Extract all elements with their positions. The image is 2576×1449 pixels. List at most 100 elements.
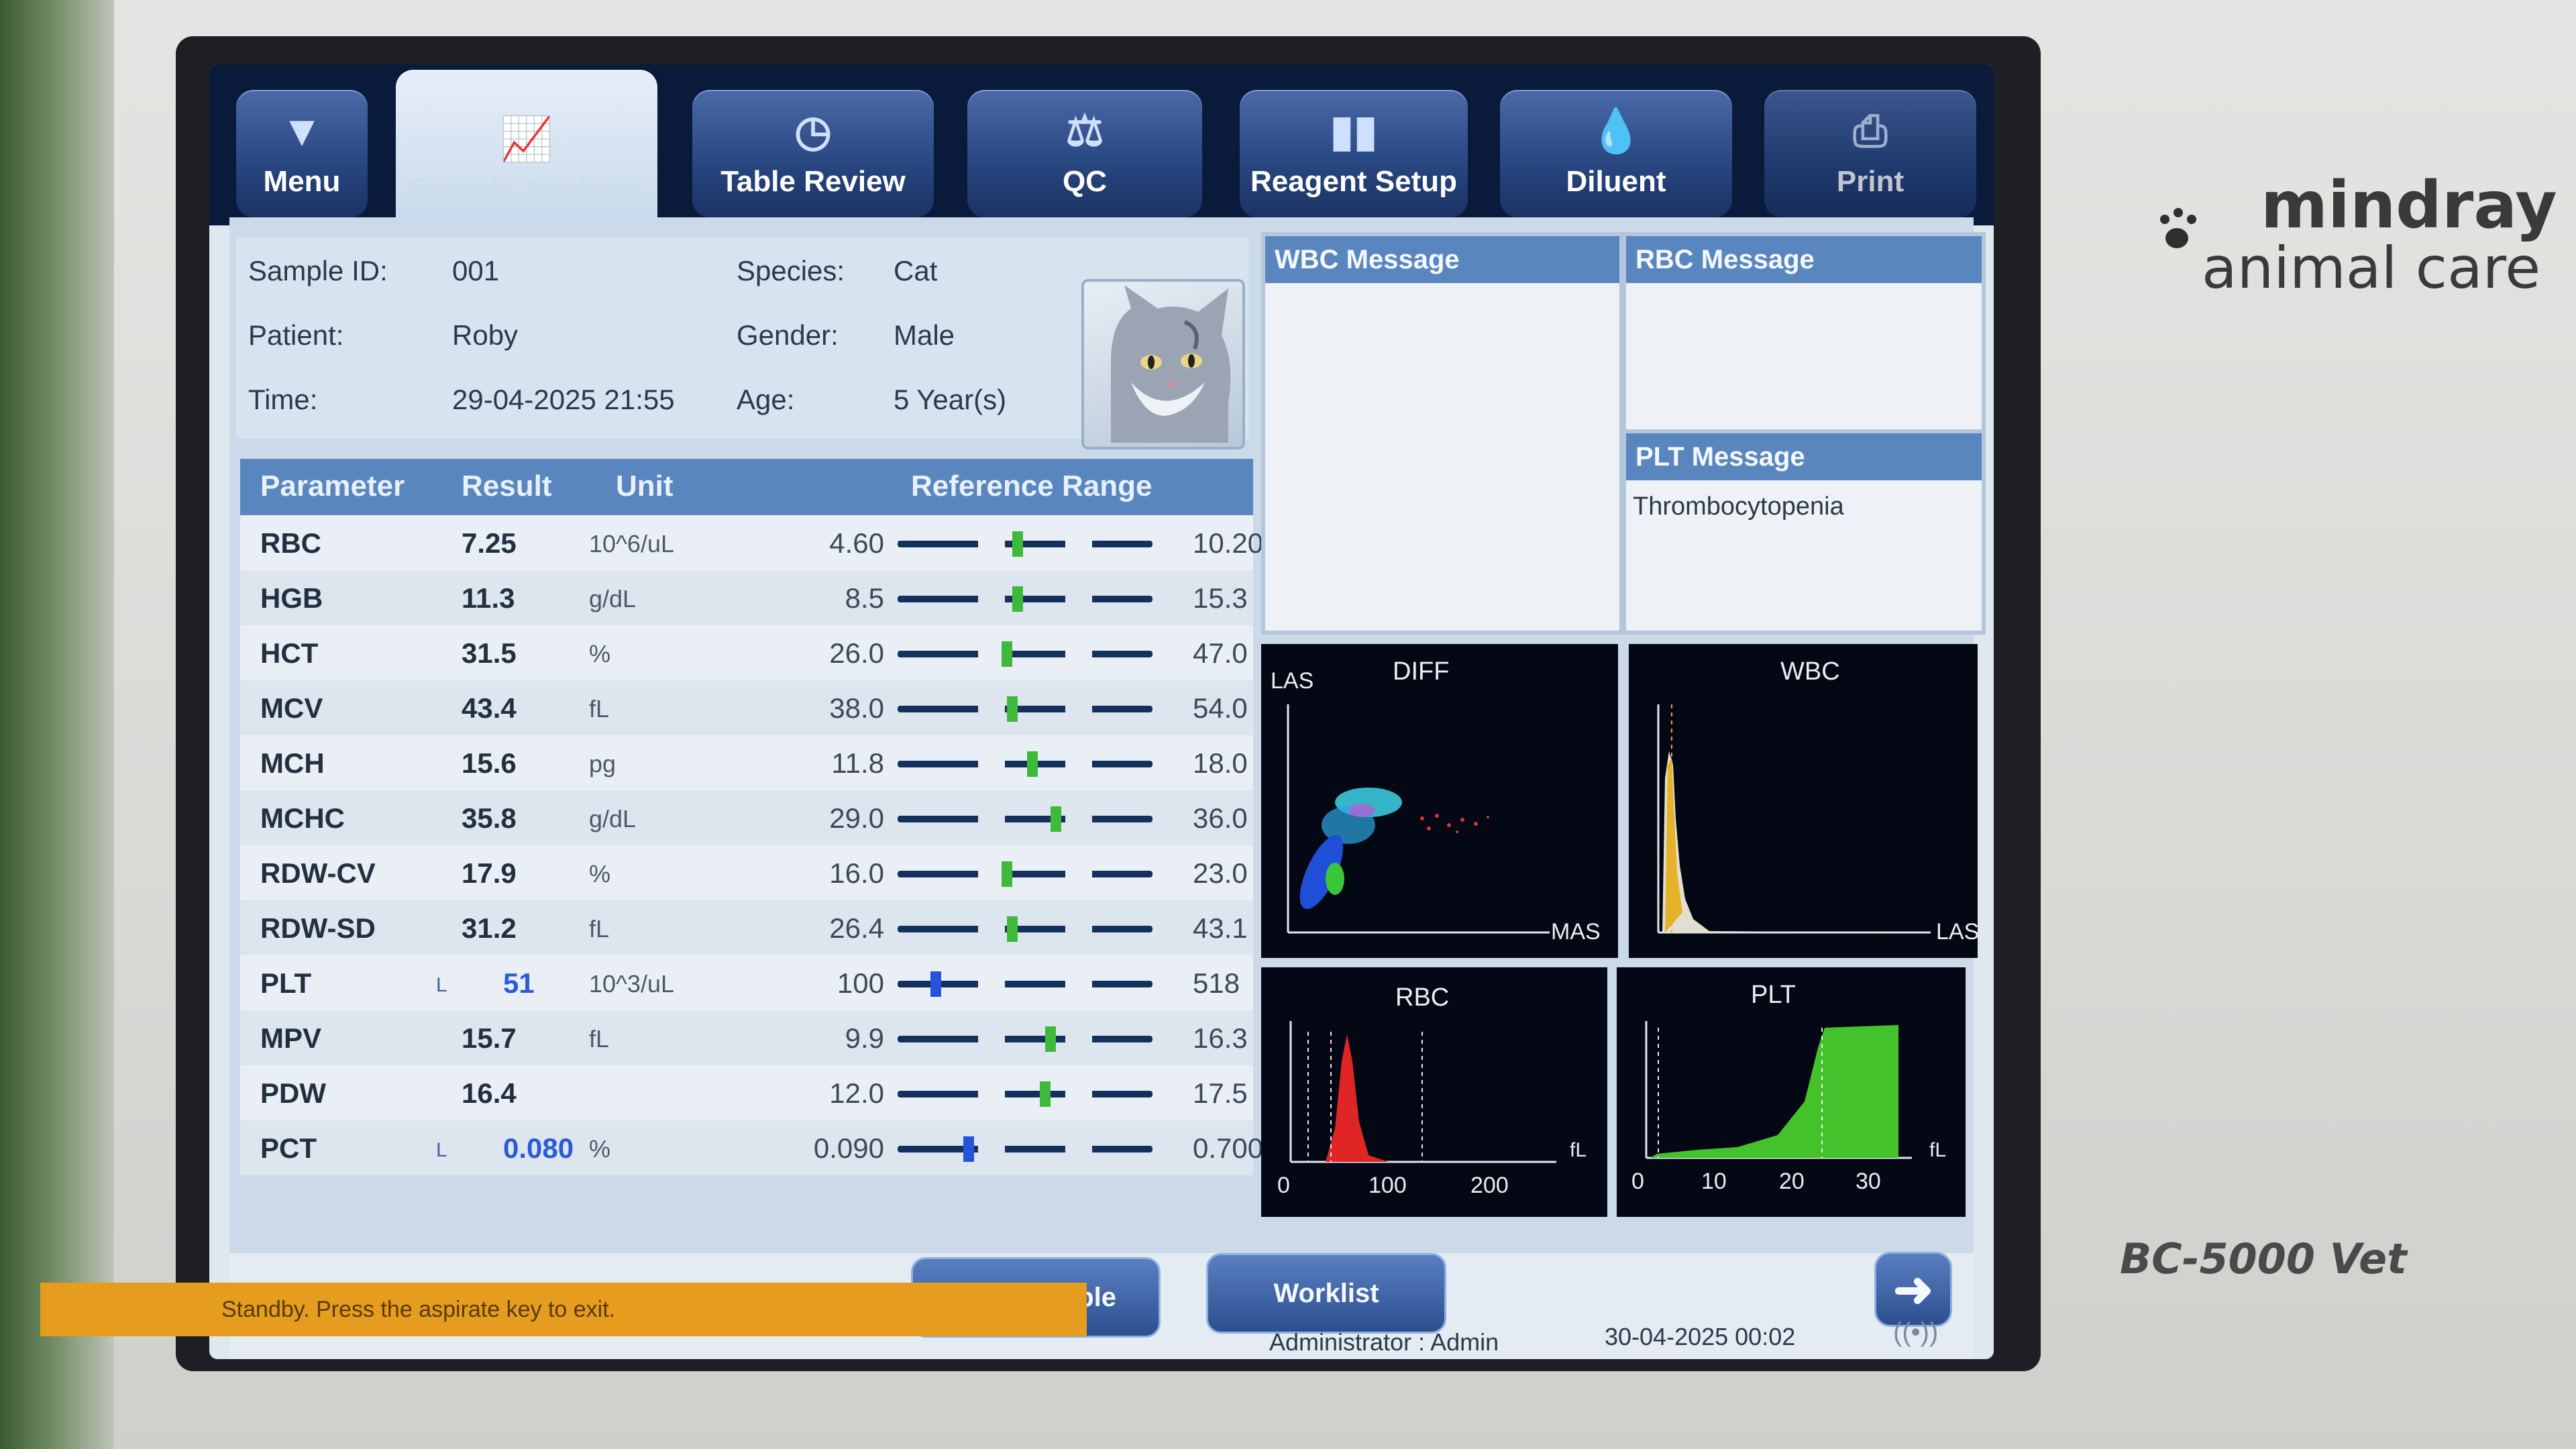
range-high: 43.1 xyxy=(1193,912,1248,944)
patient-label: Patient: xyxy=(248,319,344,351)
result-marker xyxy=(1002,861,1012,887)
species-label: Species: xyxy=(737,255,845,286)
range-bar-gap xyxy=(978,926,1005,932)
tab-sample-analysis[interactable]: 📈 Sample Analysis xyxy=(396,70,657,225)
range-high: 23.0 xyxy=(1193,857,1248,889)
triangle-down-icon: ▼ xyxy=(280,107,323,155)
tab-menu[interactable]: ▼ Menu xyxy=(236,90,368,217)
header-reference-range: Reference Range xyxy=(911,470,1152,502)
gender-label: Gender: xyxy=(737,319,839,351)
datetime-label: 30-04-2025 00:02 xyxy=(1605,1323,1796,1350)
unit-label: fL xyxy=(589,1025,610,1053)
result-value: 15.7 xyxy=(462,1022,517,1054)
range-low: 4.60 xyxy=(829,527,884,559)
range-bar-gap xyxy=(978,706,1005,712)
age-label: Age: xyxy=(737,384,795,415)
range-low: 16.0 xyxy=(829,857,884,889)
time-label: Time: xyxy=(248,384,318,415)
tab-diluent[interactable]: 💧 Diluent xyxy=(1500,90,1732,217)
paw-icon xyxy=(2160,208,2207,255)
result-marker xyxy=(930,971,941,997)
result-flag: L xyxy=(436,974,447,996)
range-bar-gap xyxy=(978,761,1005,767)
reference-range-bar xyxy=(898,806,1152,832)
tab-reagent-setup[interactable]: ▮▮ Reagent Setup xyxy=(1240,90,1468,217)
parameter-name: MCH xyxy=(260,747,325,779)
result-marker xyxy=(1012,531,1023,557)
background-left-edge xyxy=(0,0,114,1449)
result-marker xyxy=(1040,1081,1051,1107)
sample-id-value: 001 xyxy=(452,255,500,286)
printer-icon: ⎙ xyxy=(1853,107,1888,155)
cat-species-icon xyxy=(1081,279,1245,449)
result-flag: L xyxy=(436,1139,447,1161)
brand-name: mindray xyxy=(2261,168,2557,243)
reference-range-bar xyxy=(898,1026,1152,1052)
user-label: Administrator : Admin xyxy=(1269,1328,1499,1356)
reference-range-bar xyxy=(898,696,1152,722)
network-icon: ((•)) xyxy=(1893,1318,1939,1347)
results-table-body: RBC 7.25 10^6/uL 4.60 10.20 HGB 11.3 g/dL 8.5 15.… xyxy=(240,515,1263,1175)
result-value: 7.25 xyxy=(462,527,517,559)
wbc-message-title: WBC Message xyxy=(1265,236,1619,283)
unit-label: % xyxy=(589,860,611,888)
scale-icon: ⚖ xyxy=(1065,107,1104,155)
result-value: 15.6 xyxy=(462,747,517,779)
range-bar-gap xyxy=(978,871,1005,877)
rbc-histogram-canvas xyxy=(1289,1021,1556,1163)
age-value: 5 Year(s) xyxy=(894,384,1007,415)
unit-label: 10^3/uL xyxy=(589,970,675,998)
parameter-name: PLT xyxy=(260,967,312,999)
reference-range-bar xyxy=(898,1081,1152,1107)
model-label: BC-5000 Vet xyxy=(2120,1234,2407,1283)
result-marker xyxy=(1007,696,1018,722)
range-high: 15.3 xyxy=(1193,582,1248,614)
result-marker xyxy=(1051,806,1061,832)
species-value: Cat xyxy=(894,255,938,286)
range-bar-gap xyxy=(1065,981,1092,987)
table-row: RDW-CV 17.9% 16.0 23.0 xyxy=(240,845,1253,900)
worklist-button[interactable]: Worklist xyxy=(1206,1253,1446,1334)
range-low: 29.0 xyxy=(829,802,884,834)
parameter-name: MCV xyxy=(260,692,323,724)
range-high: 0.700 xyxy=(1193,1132,1264,1164)
plt-histogram-canvas xyxy=(1645,1021,1912,1159)
table-row: PDW 16.4 12.0 17.5 xyxy=(240,1065,1253,1120)
range-bar-gap xyxy=(978,816,1005,822)
arrow-right-icon: ➜ xyxy=(1892,1263,1934,1317)
result-marker xyxy=(1045,1026,1056,1052)
tab-print[interactable]: ⎙ Print xyxy=(1764,90,1976,217)
diff-scatter-plot: DIFF LAS MAS xyxy=(1261,644,1618,958)
range-low: 11.8 xyxy=(831,747,884,779)
next-arrow-button[interactable]: ➜ xyxy=(1874,1252,1952,1327)
table-row: PLT L 51 10^3/uL 100 518 xyxy=(240,955,1253,1010)
results-table-header: Parameter Result Unit Reference Range xyxy=(240,459,1253,515)
plt-histogram: PLT fL 0 10 20 30 xyxy=(1617,967,1966,1217)
unit-label: % xyxy=(589,1135,611,1163)
range-high: 518 xyxy=(1193,967,1240,999)
unit-label: fL xyxy=(589,695,610,722)
reference-range-bar xyxy=(898,971,1152,997)
tab-qc[interactable]: ⚖ QC xyxy=(967,90,1202,217)
gender-value: Male xyxy=(894,319,955,351)
range-high: 54.0 xyxy=(1193,692,1248,724)
result-value: 43.4 xyxy=(462,692,517,724)
rbc-message-box: RBC Message xyxy=(1626,236,1982,429)
range-bar-gap xyxy=(978,1036,1005,1042)
tab-table-review[interactable]: ◷ Table Review xyxy=(692,90,934,217)
result-value: 16.4 xyxy=(462,1077,517,1109)
parameter-name: MCHC xyxy=(260,802,345,834)
range-bar-gap xyxy=(978,1146,1005,1152)
parameter-name: HGB xyxy=(260,582,323,614)
wbc-histogram-canvas xyxy=(1657,704,1931,934)
unit-label: % xyxy=(589,640,611,667)
result-value: 11.3 xyxy=(462,582,515,614)
drop-plus-icon: 💧 xyxy=(1589,107,1643,155)
result-value: 51 xyxy=(503,967,535,999)
table-row: MCHC 35.8 g/dL 29.0 36.0 xyxy=(240,790,1253,845)
top-nav: ▼ Menu 📈 Sample Analysis ◷ Table Review … xyxy=(209,64,1994,225)
parameter-name: PCT xyxy=(260,1132,317,1164)
result-marker xyxy=(1027,751,1038,777)
range-bar-gap xyxy=(1065,651,1092,657)
table-row: RBC 7.25 10^6/uL 4.60 10.20 xyxy=(240,515,1263,570)
